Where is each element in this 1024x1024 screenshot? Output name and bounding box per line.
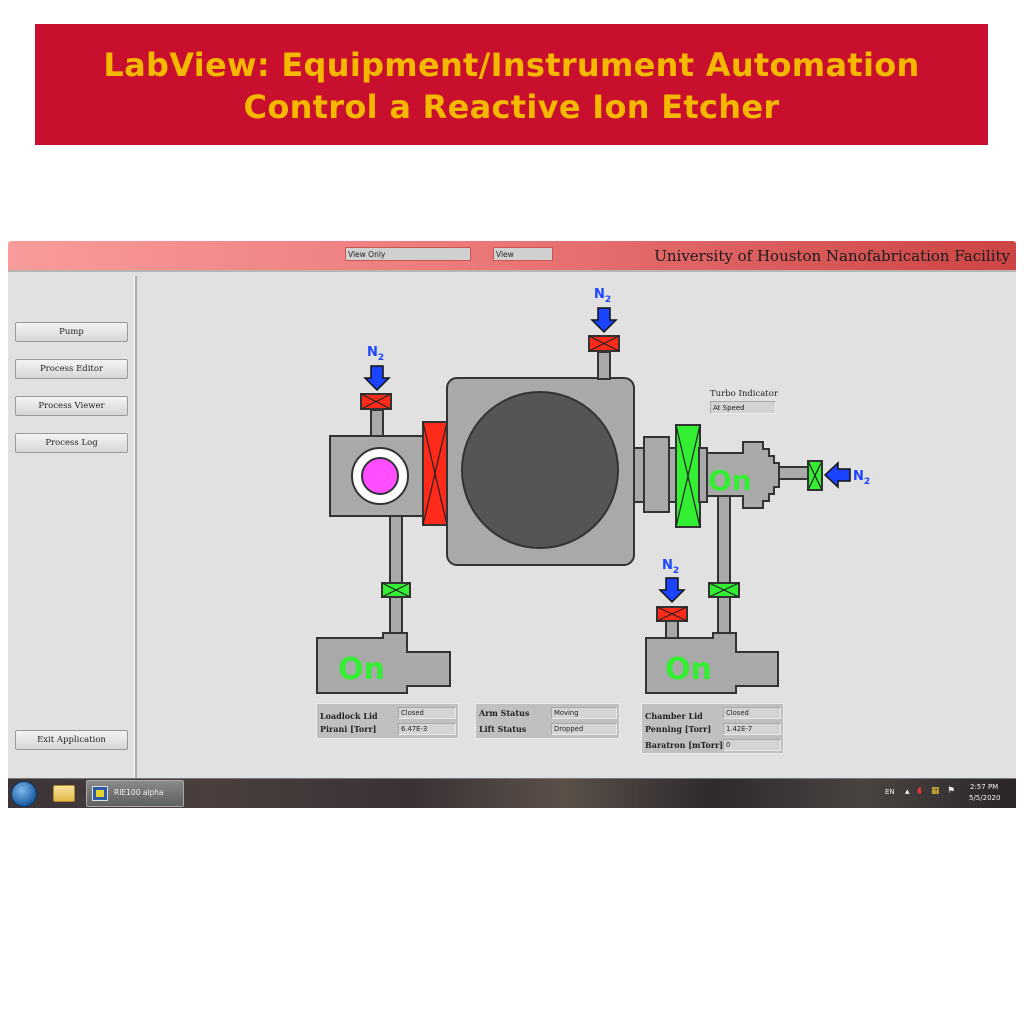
loadlock-pump-status: On <box>338 652 385 687</box>
chamber-vent-valve[interactable] <box>588 335 620 352</box>
loadlock-gate-valve[interactable] <box>422 421 448 526</box>
labview-icon <box>92 786 108 801</box>
access-level-field: View <box>493 247 553 261</box>
n2-arrow-icon <box>363 365 391 392</box>
turbo-purge-pipe <box>778 466 810 480</box>
n2-label: N2 <box>662 558 679 576</box>
action-center-flag-icon[interactable]: ⚑ <box>947 786 955 796</box>
turbo-flange-outer <box>643 436 670 513</box>
n2-arrow-icon <box>590 307 618 334</box>
loadlock-vent-pipe <box>370 409 384 437</box>
n2-arrow-icon <box>658 577 686 604</box>
penning-value: 1.42E-7 <box>723 723 781 735</box>
mode-field: View Only <box>345 247 471 261</box>
banner-title-line-2: Control a Reactive Ion Etcher <box>243 88 780 126</box>
turbo-flange-right <box>698 447 708 503</box>
chamber-lid-label: Chamber Lid <box>645 711 703 721</box>
facility-title: University of Houston Nanofabrication Fa… <box>654 247 1010 265</box>
arm-status-value: Moving <box>551 707 617 719</box>
volume-muted-icon[interactable]: ◖ <box>917 786 922 796</box>
turbo-purge-valve[interactable] <box>807 460 823 491</box>
turbo-indicator-label: Turbo Indicator <box>710 389 778 399</box>
chamber-status-panel: Chamber Lid Closed Penning [Torr] 1.42E-… <box>641 703 784 754</box>
taskbar-app-label: RIE100 alpha <box>114 788 164 797</box>
turbo-pump-status: On <box>708 464 752 497</box>
n2-label: N2 <box>367 345 384 363</box>
turbo-flange <box>633 447 645 503</box>
banner-title-line-1: LabView: Equipment/Instrument Automation <box>103 46 920 84</box>
penning-label: Penning [Torr] <box>645 724 712 734</box>
foreline-valve[interactable] <box>708 582 740 598</box>
n2-label: N2 <box>594 287 611 305</box>
arm-status-label: Arm Status <box>479 708 530 718</box>
n2-arrow-icon <box>823 461 851 489</box>
loadlock-pump-line <box>389 515 403 635</box>
lift-status-value: Dropped <box>551 723 617 735</box>
pump-vent-pipe <box>665 620 679 640</box>
clock-date[interactable]: 5/5/2020 <box>969 794 1000 802</box>
start-button[interactable] <box>11 781 37 807</box>
lift-status-label: Lift Status <box>479 724 527 734</box>
n2-label: N2 <box>853 469 870 487</box>
robot-status-panel: Arm Status Moving Lift Status Dropped <box>475 703 620 739</box>
loadlock-status-panel: Loadlock Lid Closed Pirani [Torr] 6.47E-… <box>316 703 459 739</box>
windows-taskbar: RIE100 alpha EN ▴ ◖ ▦ ⚑ 2:57 PM 5/5/2020 <box>8 778 1016 808</box>
pirani-value: 6.47E-3 <box>398 723 456 735</box>
chamber-lid-value: Closed <box>723 707 781 719</box>
turbo-indicator-value: At Speed <box>710 401 776 414</box>
file-explorer-icon[interactable] <box>53 785 75 802</box>
pirani-label: Pirani [Torr] <box>320 724 377 734</box>
turbo-foreline <box>717 495 731 635</box>
baratron-value: 0 <box>723 739 781 751</box>
loadlock-lid-value: Closed <box>398 707 456 719</box>
loadlock-chamber <box>329 435 427 517</box>
loadlock-lid-label: Loadlock Lid <box>320 711 378 721</box>
loadlock-roughing-pump[interactable]: On <box>316 632 451 694</box>
language-indicator[interactable]: EN <box>885 788 895 796</box>
show-hidden-icons-icon[interactable]: ▴ <box>905 787 910 797</box>
chamber-vent-pipe <box>597 351 611 380</box>
app-header: View Only View University of Houston Nan… <box>8 241 1016 270</box>
clock-time[interactable]: 2:57 PM <box>970 783 998 791</box>
pump-vent-valve[interactable] <box>656 606 688 622</box>
chamber-pump-status: On <box>665 652 712 687</box>
network-warning-icon[interactable]: ▦ <box>931 786 940 796</box>
loadlock-vent-valve[interactable] <box>360 393 392 410</box>
turbo-gate-valve[interactable] <box>675 424 701 528</box>
title-banner: LabView: Equipment/Instrument Automation… <box>35 24 988 145</box>
main-panel: Pump Process Editor Process Viewer Proce… <box>8 270 1016 780</box>
process-chamber <box>446 377 635 566</box>
chamber-roughing-pump[interactable]: On <box>645 632 779 694</box>
taskbar-app-rie100[interactable]: RIE100 alpha <box>86 780 184 807</box>
baratron-label: Baratron [mTorr] <box>645 740 724 750</box>
labview-application-window: View Only View University of Houston Nan… <box>8 241 1016 808</box>
loadlock-pump-valve[interactable] <box>381 582 411 598</box>
